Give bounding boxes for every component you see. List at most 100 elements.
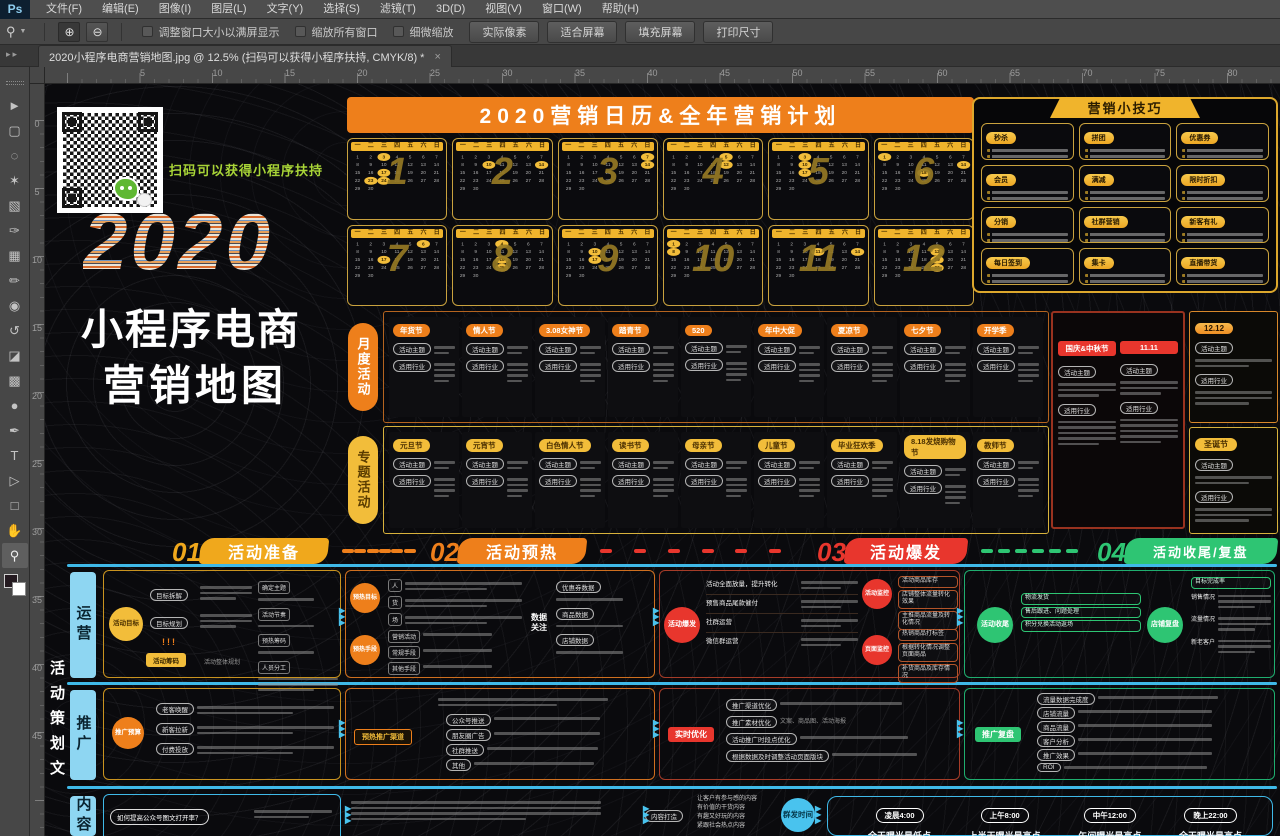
weekday: 日 [434, 142, 440, 151]
date: 7 [430, 153, 443, 161]
menu-图层(L)[interactable]: 图层(L) [201, 0, 256, 19]
industry-pill: 适用行业 [904, 360, 942, 372]
menu-帮助(H)[interactable]: 帮助(H) [592, 0, 649, 19]
date-grid: 1234567891011121314151617181920212223242… [772, 153, 864, 193]
palette-grip[interactable] [6, 81, 24, 85]
menu-图像(I)[interactable]: 图像(I) [149, 0, 201, 19]
menu-3D(D)[interactable]: 3D(D) [426, 0, 475, 19]
node-promo-budget: 推广预算 [112, 717, 144, 749]
date: 28 [535, 177, 548, 185]
tool-preset-dropdown-icon[interactable]: ▼ [20, 28, 27, 35]
option-checkbox[interactable]: 细微缩放 [393, 24, 453, 40]
vertical-ruler[interactable]: 051015202530354045 [30, 84, 45, 836]
checkbox-icon[interactable] [393, 26, 404, 37]
menu-文件(F)[interactable]: 文件(F) [36, 0, 92, 19]
ruler-number: 25 [31, 460, 43, 469]
zoom-tool-icon[interactable]: ⚲ [2, 543, 28, 568]
date: 25 [812, 177, 825, 185]
activity-card: 夏凉节活动主题适用行业 [827, 317, 897, 417]
checkbox-icon[interactable] [142, 26, 153, 37]
menu-选择(S)[interactable]: 选择(S) [313, 0, 370, 19]
dash-connector [342, 549, 354, 553]
tip-card: 社群营销 [1079, 207, 1172, 244]
tip-text-line [1182, 155, 1263, 158]
history-brush-tool-icon[interactable]: ↺ [2, 318, 28, 343]
menu-视图(V)[interactable]: 视图(V) [475, 0, 532, 19]
color-swatches[interactable] [4, 574, 26, 596]
tab-close-icon[interactable]: × [434, 51, 440, 63]
menu-滤镜(T)[interactable]: 滤镜(T) [370, 0, 426, 19]
brush-tool-icon[interactable]: ✏ [2, 268, 28, 293]
background-color[interactable] [12, 582, 26, 596]
option-checkbox[interactable]: 缩放所有窗口 [295, 24, 377, 40]
hand-tool-icon[interactable]: ✋ [2, 518, 28, 543]
date: 9 [575, 161, 588, 169]
date: 15 [456, 255, 469, 263]
option-button[interactable]: 打印尺寸 [703, 21, 773, 43]
zoom-in-button[interactable]: ⊕ [58, 22, 80, 42]
shape-tool-icon[interactable]: □ [2, 493, 28, 518]
ruler-number: 15 [31, 324, 43, 333]
gradient-tool-icon[interactable]: ▩ [2, 368, 28, 393]
date: 30 [680, 271, 693, 279]
date: 18 [706, 255, 719, 263]
crop-tool-icon[interactable]: ▧ [2, 193, 28, 218]
healing-patch-tool-icon[interactable]: ▦ [2, 243, 28, 268]
menu-窗口(W)[interactable]: 窗口(W) [532, 0, 592, 19]
date: 26 [825, 263, 838, 271]
date: 27 [733, 177, 746, 185]
weekday: 一 [776, 229, 782, 238]
blur-tool-icon[interactable]: ● [2, 393, 28, 418]
type-tool-icon[interactable]: T [2, 443, 28, 468]
option-checkbox[interactable]: 调整窗口大小以满屏显示 [142, 24, 279, 40]
date: 24 [904, 177, 917, 185]
eraser-tool-icon[interactable]: ◪ [2, 343, 28, 368]
canvas-poster[interactable]: 扫码可以获得小程序扶持 2020 小程序电商 营销地图 2020营销日历&全年营… [45, 84, 1280, 836]
date: 13 [943, 161, 956, 169]
date: 2 [891, 240, 904, 248]
zoom-tool-icon[interactable]: ⚲ [6, 24, 16, 40]
date: 11 [496, 161, 509, 169]
weekday-bar: 一二三四五六日 [772, 142, 864, 151]
weekday: 二 [789, 229, 795, 238]
clone-stamp-tool-icon[interactable]: ◉ [2, 293, 28, 318]
ps-logo-icon[interactable]: Ps [0, 0, 30, 19]
tip-card: 集卡 [1079, 248, 1172, 285]
move-tool-icon[interactable]: ► [2, 93, 28, 118]
date: 15 [456, 169, 469, 177]
menu-编辑(E)[interactable]: 编辑(E) [92, 0, 149, 19]
time-pill: 上午8:00 [981, 808, 1029, 823]
path-select-tool-icon[interactable]: ▷ [2, 468, 28, 493]
theme-pill: 活动主题 [612, 343, 650, 355]
tip-card: 满减 [1079, 165, 1172, 202]
option-button[interactable]: 填充屏幕 [625, 21, 695, 43]
option-button[interactable]: 适合屏幕 [547, 21, 617, 43]
document-tab[interactable]: 2020小程序电商营销地图.jpg @ 12.5% (扫码可以获得小程序扶持, … [38, 45, 452, 67]
date: 30 [575, 271, 588, 279]
menu-文字(Y)[interactable]: 文字(Y) [257, 0, 314, 19]
panel-dock-icons[interactable]: ▸▸ [6, 49, 19, 60]
checkbox-icon[interactable] [295, 26, 306, 37]
magic-wand-tool-icon[interactable]: ✶ [2, 168, 28, 193]
option-button[interactable]: 实际像素 [469, 21, 539, 43]
marquee-tool-icon[interactable]: ▢ [2, 118, 28, 143]
date: 22 [667, 263, 680, 271]
date: 10 [904, 161, 917, 169]
zoom-out-button[interactable]: ⊖ [86, 22, 108, 42]
box-preheat-channels: 预热推广渠道 [354, 729, 412, 745]
pen-tool-icon[interactable]: ✒ [2, 418, 28, 443]
date: 2 [469, 240, 482, 248]
activity-card: 8.18发烧购物节活动主题适用行业 [900, 432, 970, 528]
date: 24 [588, 177, 601, 185]
weekday: 三 [381, 142, 387, 151]
review-pill: 流量数据完成度 [1037, 693, 1095, 705]
date: 19 [614, 169, 627, 177]
date: 21 [641, 169, 654, 177]
phase-badge: 活动准备 [199, 538, 330, 564]
date: 16 [575, 255, 588, 263]
horizontal-ruler[interactable]: 5101520253035404550556065707580 [30, 67, 1280, 84]
lasso-tool-icon[interactable]: ◌ [2, 143, 28, 168]
date: 2 [680, 240, 693, 248]
eyedropper-tool-icon[interactable]: ✑ [2, 218, 28, 243]
industry-pill: 适用行业 [612, 475, 650, 487]
